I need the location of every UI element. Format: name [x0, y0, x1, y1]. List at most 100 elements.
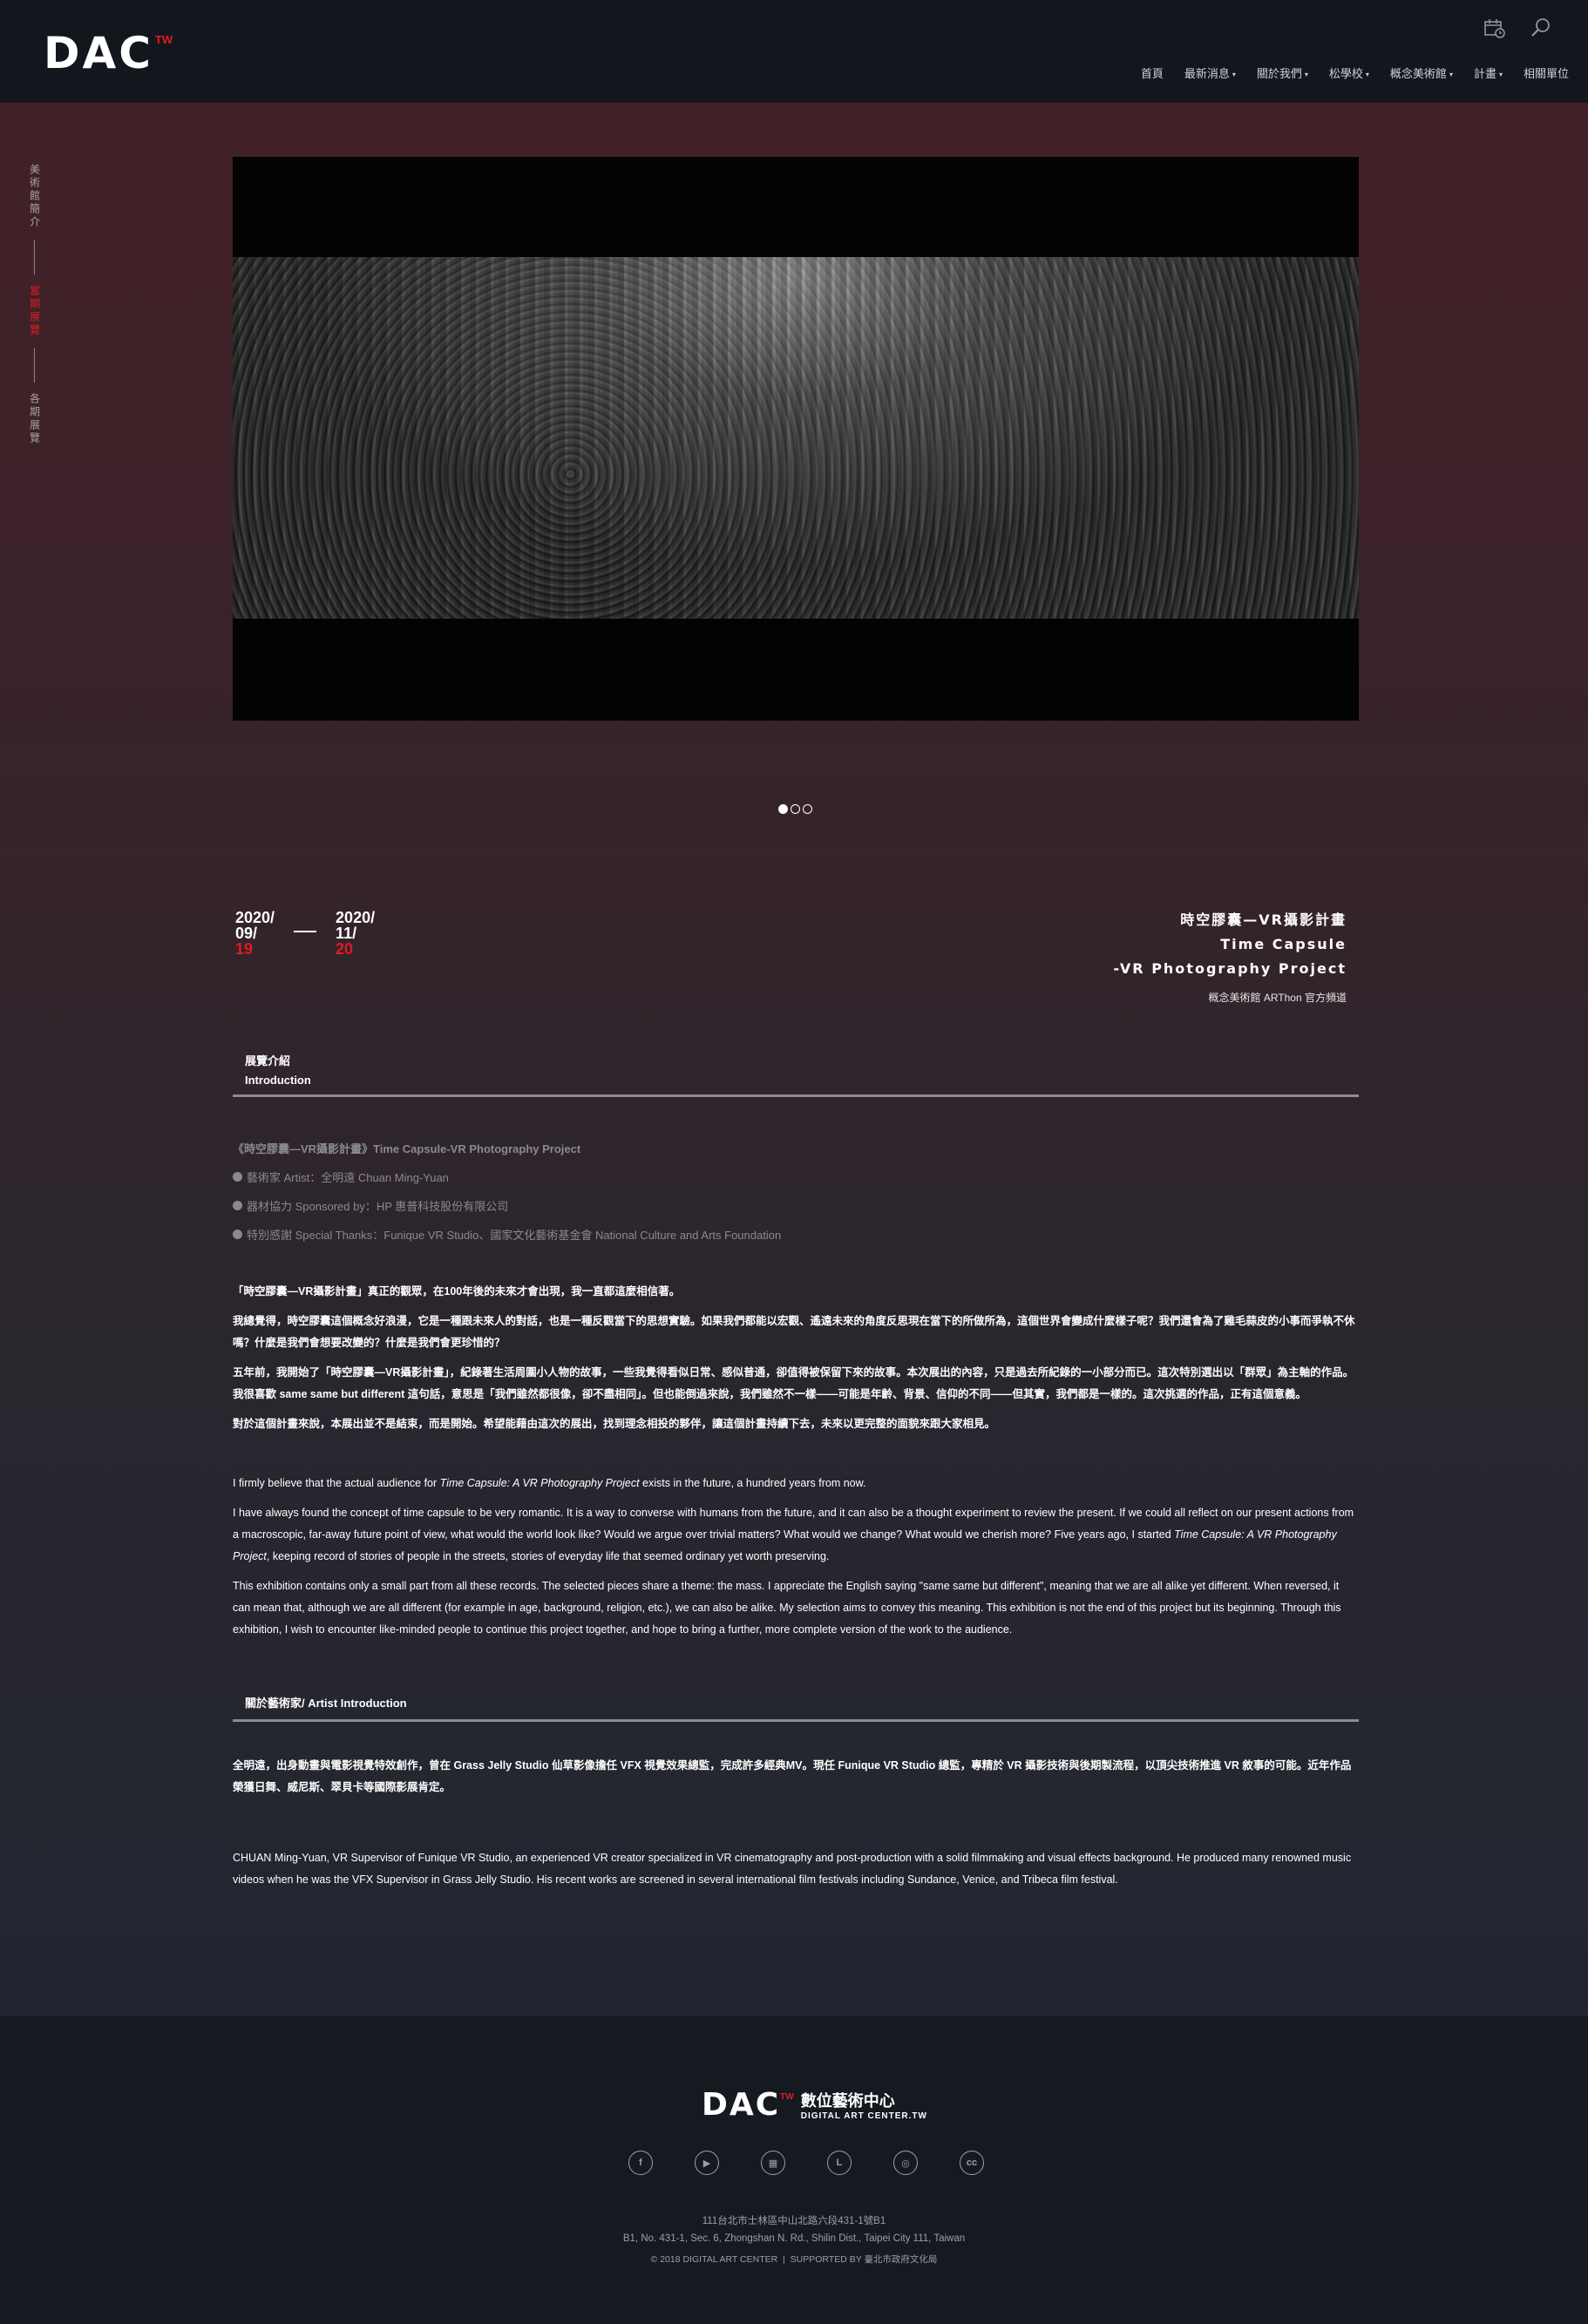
nav-news[interactable]: 最新消息 ▾: [1174, 64, 1246, 81]
creative-commons-icon[interactable]: cc: [960, 2151, 984, 2175]
main-content: 美術館簡介 當期展覽 各期展覽 2020/ 09/ 19 2020/ 11/ 2…: [0, 103, 1588, 2016]
info-title: 《時空膠囊—VR攝影計畫》Time Capsule-VR Photography…: [233, 1142, 581, 1155]
carousel-dots: [778, 804, 812, 814]
calendar-icon[interactable]: [1482, 16, 1506, 40]
section-divider: [233, 1719, 1359, 1722]
nav-label: 最新消息: [1184, 67, 1230, 80]
nav-home[interactable]: 首頁: [1130, 64, 1174, 81]
artist-text-en: CHUAN Ming-Yuan, VR Supervisor of Funiqu…: [233, 1847, 1359, 1899]
social-links: f ▶ ▦ L ◎ cc: [628, 2151, 984, 2175]
end-date: 2020/ 11/ 20: [336, 910, 375, 957]
section-label-en: Introduction: [245, 1074, 311, 1087]
text-run: , keeping record of stories of people in…: [266, 1550, 830, 1562]
side-nav-current[interactable]: 當期展覽: [27, 285, 42, 337]
carousel-dot[interactable]: [803, 804, 812, 814]
exhibition-dates: 2020/ 09/ 19 2020/ 11/ 20: [235, 910, 375, 957]
search-icon[interactable]: [1529, 16, 1553, 40]
site-footer: DAC TW 數位藝術中心 DIGITAL ART CENTER.TW f ▶ …: [0, 2016, 1588, 2324]
side-nav-museum-intro[interactable]: 美術館簡介: [27, 164, 42, 229]
intro-cn-paragraph: 我總覺得，時空膠囊這個概念好浪漫，它是一種跟未來人的對話，也是一種反觀當下的思想…: [233, 1315, 1355, 1349]
footer-logo-text: DAC: [702, 2087, 781, 2123]
text-run: I firmly believe that the actual audienc…: [233, 1477, 440, 1489]
supporter-logo[interactable]: 臺北市政府文化局: [864, 2254, 937, 2265]
chevron-down-icon: ▾: [1449, 71, 1453, 79]
intro-section-header: 展覽介紹 Introduction: [233, 1051, 1359, 1097]
line-icon[interactable]: L: [827, 2151, 852, 2175]
intro-text-en: I firmly believe that the actual audienc…: [233, 1473, 1359, 1649]
separator: |: [780, 2254, 791, 2265]
intro-cn-paragraph: 五年前，我開始了「時空膠囊—VR攝影計畫」，紀錄著生活周圍小人物的故事，一些我覺…: [233, 1366, 1354, 1400]
nav-label: 關於我們: [1256, 67, 1302, 80]
dac-logo[interactable]: DAC TW: [44, 30, 173, 78]
project-title-em: Time Capsule: A VR Photography Project: [439, 1477, 640, 1489]
start-day: 19: [235, 940, 254, 958]
address-en: B1, No. 431-1, Sec. 6, Zhongshan N. Rd.,…: [622, 2233, 966, 2244]
start-date: 2020/ 09/ 19: [235, 910, 275, 957]
artist-text-cn: 全明遠，出身動畫與電影視覺特效創作，曾在 Grass Jelly Studio …: [233, 1755, 1359, 1806]
title-en-2: -VR Photography Project: [1113, 960, 1347, 977]
side-nav-divider: [33, 240, 35, 274]
footer-logo-tw: TW: [780, 2092, 794, 2102]
intro-cn-paragraph: 對於這個計畫來說，本展出並不是結束，而是開始。希望能藉由這次的展出，找到理念相投…: [233, 1418, 996, 1430]
carousel-dot[interactable]: [791, 804, 800, 814]
artist-en-paragraph: CHUAN Ming-Yuan, VR Supervisor of Funiqu…: [233, 1852, 1352, 1886]
info-row: 特別感謝 Special Thanks：Funique VR Studio、國家…: [233, 1226, 781, 1243]
flickr-icon[interactable]: ▦: [761, 2151, 785, 2175]
intro-en-paragraph: I firmly believe that the actual audienc…: [233, 1473, 1359, 1494]
section-label: 關於藝術家/ Artist Introduction: [245, 1697, 407, 1710]
exhibition-title: 時空膠囊—VR攝影計畫 Time Capsule -VR Photography…: [1113, 908, 1347, 1005]
footer-name-cn: 數位藝術中心: [800, 2092, 895, 2110]
start-month: 09/: [235, 925, 258, 942]
side-nav-divider: [33, 348, 35, 383]
start-year: 2020/: [235, 909, 275, 926]
nav-related[interactable]: 相關單位: [1513, 64, 1579, 81]
nav-label: 相關單位: [1523, 67, 1569, 80]
address-cn: 111台北市士林區中山北路六段431-1號B1: [702, 2216, 886, 2226]
instagram-icon[interactable]: ◎: [893, 2151, 918, 2175]
nav-label: 松學校: [1328, 67, 1363, 80]
site-header: DAC TW 首頁 最新消息 ▾ 關於我們 ▾ 松學校 ▾ 概念美術館 ▾ 計畫 ▾ 相關…: [0, 0, 1588, 103]
crowd-photo: [233, 257, 1359, 619]
chevron-down-icon: ▾: [1304, 71, 1308, 79]
intro-en-paragraph: This exhibition contains only a small pa…: [233, 1580, 1341, 1636]
nav-museum[interactable]: 概念美術館 ▾: [1380, 64, 1463, 81]
nav-label: 首頁: [1140, 67, 1164, 80]
exhibition-source[interactable]: 概念美術館 ARThon 官方頻道: [1113, 990, 1347, 1005]
nav-school[interactable]: 松學校 ▾: [1319, 64, 1380, 81]
side-nav-past[interactable]: 各期展覽: [27, 393, 42, 445]
hero-carousel[interactable]: [233, 157, 1359, 721]
end-year: 2020/: [336, 909, 376, 926]
carousel-dot[interactable]: [778, 804, 788, 814]
artist-cn-paragraph: 全明遠，出身動畫與電影視覺特效創作，曾在 Grass Jelly Studio …: [233, 1759, 1352, 1793]
side-nav: 美術館簡介 當期展覽 各期展覽: [26, 164, 42, 445]
bullet-icon: [233, 1201, 242, 1210]
info-row: 藝術家 Artist：全明遠 Chuan Ming-Yuan: [233, 1169, 781, 1185]
text-run: exists in the future, a hundred years fr…: [639, 1477, 866, 1489]
logo-tw: TW: [154, 33, 173, 46]
nav-projects[interactable]: 計畫 ▾: [1463, 64, 1513, 81]
intro-text-cn: 「時空膠囊—VR攝影計畫」真正的觀眾，在100年後的未來才會出現，我一直都這麼相…: [233, 1281, 1359, 1443]
chevron-down-icon: ▾: [1498, 71, 1503, 79]
end-month: 11/: [336, 925, 357, 942]
end-day: 20: [336, 940, 354, 958]
logo-text: DAC: [44, 28, 153, 78]
date-separator: [294, 931, 317, 932]
title-cn: 時空膠囊—VR攝影計畫: [1180, 911, 1347, 928]
footer-name-en: DIGITAL ART CENTER.TW: [800, 2111, 927, 2121]
main-nav: 首頁 最新消息 ▾ 關於我們 ▾ 松學校 ▾ 概念美術館 ▾ 計畫 ▾ 相關單位: [1130, 64, 1579, 81]
nav-about[interactable]: 關於我們 ▾: [1246, 64, 1319, 81]
youtube-icon[interactable]: ▶: [695, 2151, 719, 2175]
intro-cn-paragraph: 「時空膠囊—VR攝影計畫」真正的觀眾，在100年後的未來才會出現，我一直都這麼相…: [233, 1285, 681, 1298]
footer-logo-name: 數位藝術中心 DIGITAL ART CENTER.TW: [801, 2089, 927, 2121]
exhibition-info: 《時空膠囊—VR攝影計畫》Time Capsule-VR Photography…: [233, 1140, 781, 1243]
section-label-cn: 展覽介紹: [245, 1054, 291, 1067]
supported-by: SUPPORTED BY: [790, 2254, 862, 2265]
facebook-icon[interactable]: f: [628, 2151, 653, 2175]
copyright-line: © 2018 DIGITAL ART CENTER | SUPPORTED BY…: [0, 2253, 1588, 2266]
artist-section-header: 關於藝術家/ Artist Introduction: [233, 1693, 1359, 1722]
section-divider: [233, 1094, 1359, 1097]
title-en-1: Time Capsule: [1220, 936, 1347, 952]
bullet-icon: [233, 1230, 242, 1239]
nav-label: 計畫: [1473, 67, 1496, 80]
footer-logo[interactable]: DAC TW 數位藝術中心 DIGITAL ART CENTER.TW: [702, 2087, 927, 2123]
